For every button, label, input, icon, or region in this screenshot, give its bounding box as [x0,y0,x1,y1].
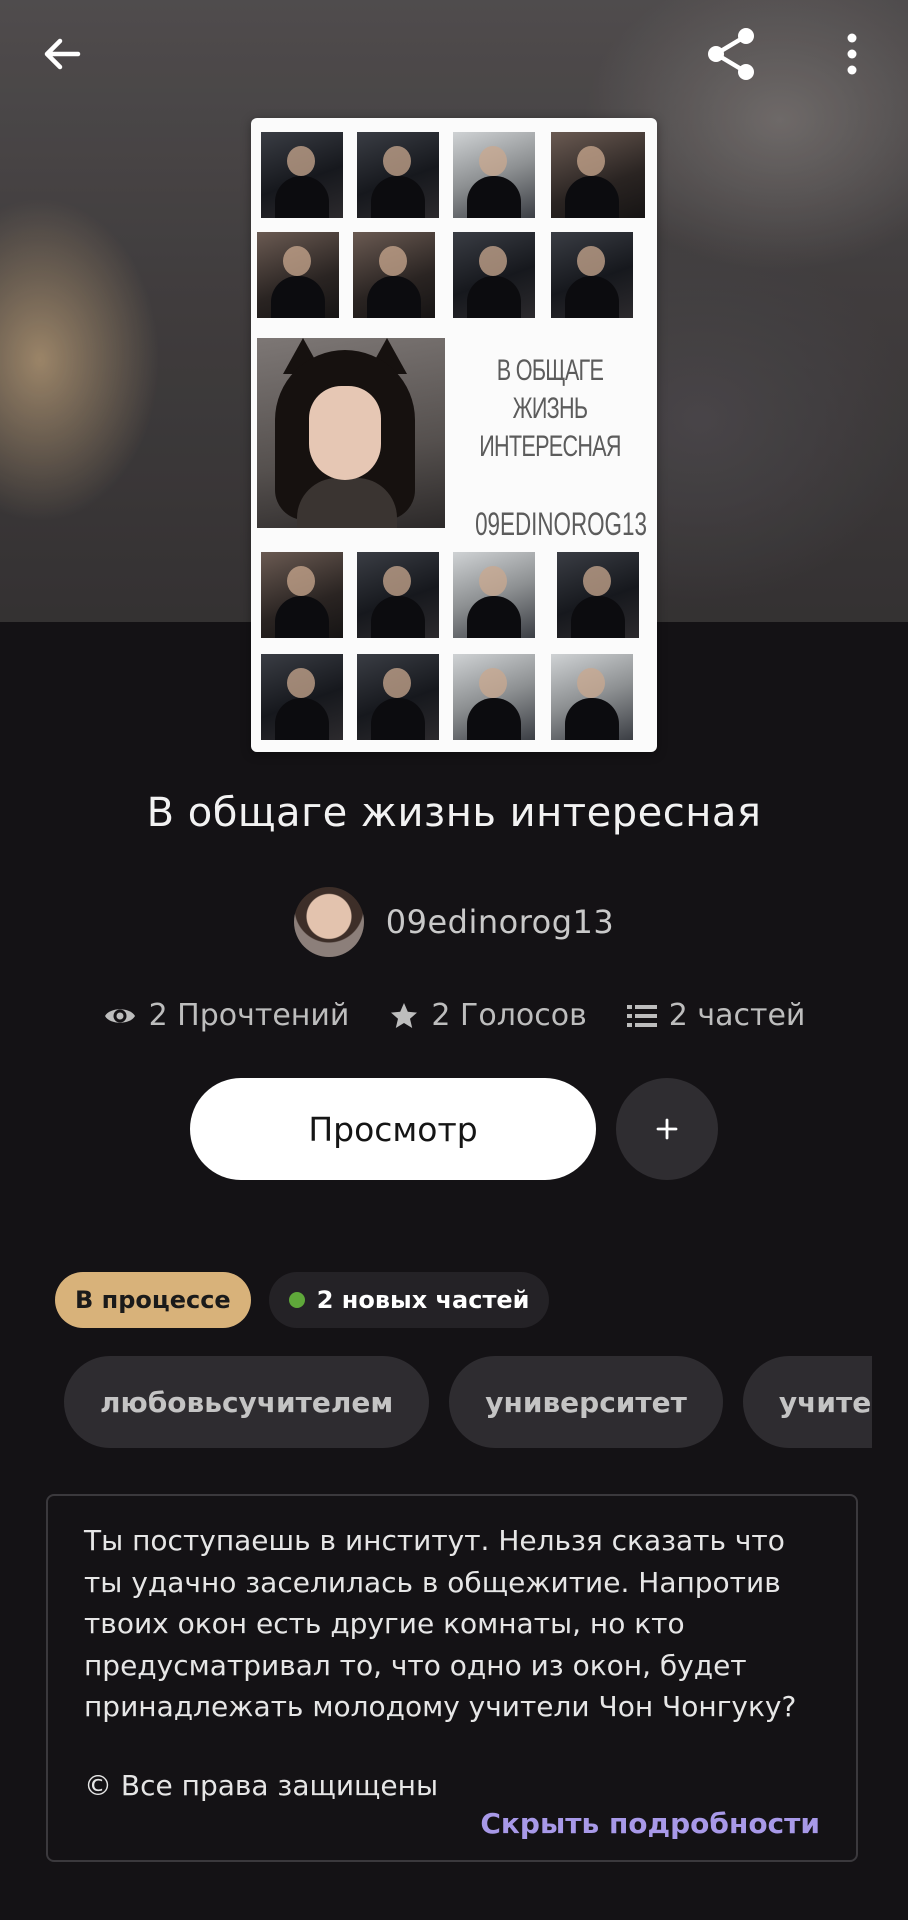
cover-thumbnail [551,132,645,218]
story-stats: 2 Прочтений 2 Голосов 2 частей [0,998,908,1033]
cover-thumbnail [453,654,535,740]
hide-details-link[interactable]: Скрыть подробности [480,1807,820,1840]
parts-count: 2 частей [668,998,806,1033]
cover-thumbnail [357,552,439,638]
cover-thumbnail [261,552,343,638]
book-cover[interactable]: В ОБЩАГЕ ЖИЗНЬ ИНТЕРЕСНАЯ 09EDINOROG13 [251,118,657,752]
tag-chip[interactable]: учитель [742,1356,872,1448]
plus-icon [656,1118,678,1140]
cover-thumbnail [453,552,535,638]
parts-stat: 2 частей [626,998,806,1033]
reads-count: 2 Прочтений [148,998,350,1033]
cover-portrait [257,338,445,528]
cover-thumbnail [551,654,633,740]
author-name[interactable]: 09edinorog13 [386,903,615,941]
cover-thumbnail [261,132,343,218]
new-parts-label: 2 новых частей [316,1286,530,1314]
cover-thumbnail [453,232,535,318]
votes-stat: 2 Голосов [389,998,587,1033]
cover-thumbnail [357,654,439,740]
more-menu-button[interactable] [820,22,884,86]
cover-title: В ОБЩАГЕ ЖИЗНЬ ИНТЕРЕСНАЯ [479,354,621,463]
reads-stat: 2 Прочтений [103,998,350,1033]
cover-thumbnail [261,654,343,740]
author-link[interactable]: 09edinorog13 [0,886,908,958]
votes-count: 2 Голосов [431,998,587,1033]
add-to-library-button[interactable] [616,1078,718,1180]
book-title: В общаге жизнь интересная [146,790,762,836]
share-icon [708,28,754,80]
star-icon [391,1002,418,1028]
cover-thumbnail [453,132,535,218]
copyright-text: © Все права защищены [84,1768,439,1802]
view-button[interactable]: Просмотр [190,1078,596,1180]
status-badges: В процессе 2 новых частей [55,1272,550,1328]
tag-chip[interactable]: университет [449,1356,723,1448]
new-parts-badge: 2 новых частей [268,1272,550,1328]
back-button[interactable] [30,22,94,86]
new-indicator-dot [288,1292,305,1308]
avatar[interactable] [293,887,364,957]
tag-chip[interactable]: любовьсучителем [64,1356,430,1448]
actions-row: Просмотр [0,1078,908,1180]
cover-thumbnail [357,132,439,218]
status-badge: В процессе [55,1272,251,1328]
description-text: Ты поступаешь в институт. Нельзя сказать… [84,1524,797,1723]
arrow-left-icon [44,38,81,70]
cover-thumbnail [353,232,435,318]
tags-list[interactable]: любовьсучителем университет учитель [64,1356,872,1448]
list-icon [626,1004,657,1027]
more-vertical-icon [847,33,857,75]
cover-thumbnail [557,552,639,638]
description-panel: Ты поступаешь в институт. Нельзя сказать… [46,1494,858,1862]
cover-thumbnail [551,232,633,318]
cover-thumbnail [257,232,339,318]
cover-author: 09EDINOROG13 [475,506,647,542]
share-button[interactable] [700,22,764,86]
eye-icon [104,1008,135,1023]
